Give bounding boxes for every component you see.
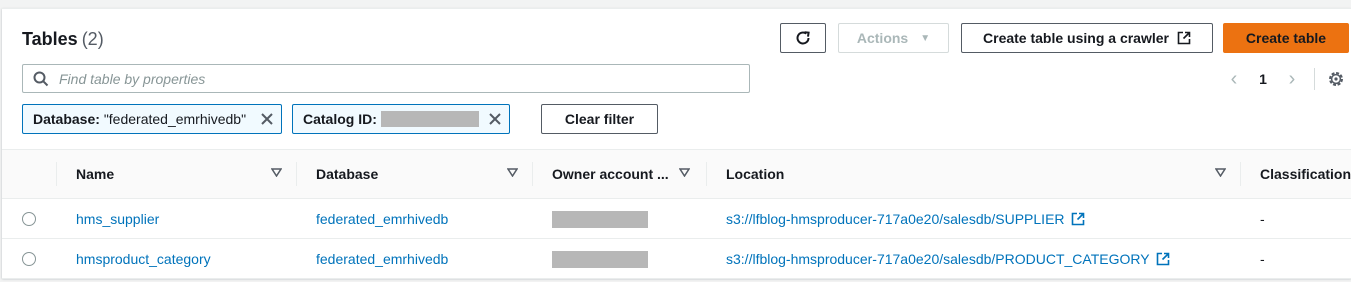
column-header-name[interactable]: Name (76, 150, 296, 198)
column-divider (296, 162, 297, 186)
redacted-catalog-id (380, 111, 479, 127)
database-link[interactable]: federated_emrhivedb (316, 239, 448, 279)
column-label: Database (316, 166, 379, 182)
table-header: Name Database Owner account ... Location (2, 149, 1351, 199)
classification-cell: - (1260, 211, 1265, 227)
filter-token-catalog: Catalog ID: (292, 104, 510, 134)
refresh-icon (796, 31, 810, 45)
filter-key: Database: (33, 111, 100, 127)
create-table-button[interactable]: Create table (1223, 23, 1349, 53)
external-link-icon (1156, 252, 1170, 266)
chevron-left-icon[interactable]: ‹ (1222, 69, 1246, 89)
search-input[interactable] (57, 69, 717, 88)
redacted-owner-account (552, 250, 648, 268)
owner-account-cell (552, 239, 648, 279)
column-divider (532, 162, 533, 186)
tables-panel: Tables (2) Actions ▼ Create table using a… (2, 8, 1351, 279)
actions-button[interactable]: Actions ▼ (838, 23, 949, 53)
table-name-link[interactable]: hms_supplier (76, 199, 159, 239)
crawler-label: Create table using a crawler (983, 30, 1169, 46)
owner-account-cell (552, 199, 648, 239)
location-link[interactable]: s3://lfblog-hmsproducer-717a0e20/salesdb… (726, 199, 1085, 239)
column-label: Location (726, 166, 785, 182)
create-label: Create table (1245, 30, 1327, 46)
external-link-icon (1071, 212, 1085, 226)
filter-value: "federated_emrhivedb" (103, 111, 247, 127)
page-title: Tables (2) (22, 29, 104, 50)
sort-icon[interactable] (271, 168, 282, 177)
redacted-owner-account (552, 210, 648, 228)
pagination: ‹ 1 › (1222, 68, 1345, 90)
chevron-right-icon[interactable]: › (1280, 69, 1304, 89)
sort-icon[interactable] (1215, 168, 1226, 177)
create-table-crawler-button[interactable]: Create table using a crawler (961, 23, 1213, 53)
location-link[interactable]: s3://lfblog-hmsproducer-717a0e20/salesdb… (726, 239, 1170, 279)
filter-token-database: Database: "federated_emrhivedb" (22, 104, 282, 134)
column-label: Classification (1260, 166, 1351, 182)
external-link-icon (1177, 31, 1191, 45)
row-select-radio[interactable] (22, 252, 36, 266)
page-number[interactable]: 1 (1246, 71, 1280, 87)
column-divider (56, 162, 57, 186)
column-label: Name (76, 166, 115, 182)
table-count: (2) (81, 29, 104, 49)
table-name-link[interactable]: hmsproduct_category (76, 239, 211, 279)
column-header-classification[interactable]: Classification (1260, 150, 1351, 198)
column-header-owner[interactable]: Owner account ... (552, 150, 706, 198)
title-text: Tables (22, 29, 78, 49)
classification-cell: - (1260, 251, 1265, 267)
table-row[interactable]: hmsproduct_category federated_emrhivedb … (2, 239, 1351, 279)
actions-label: Actions (856, 30, 909, 46)
filter-key: Catalog ID: (303, 111, 377, 127)
column-divider (1240, 162, 1241, 186)
column-divider (706, 162, 707, 186)
clear-filter-button[interactable]: Clear filter (541, 104, 658, 134)
refresh-button[interactable] (780, 23, 826, 53)
location-text: s3://lfblog-hmsproducer-717a0e20/salesdb… (726, 211, 1065, 227)
search-field[interactable] (22, 64, 750, 93)
close-icon[interactable] (259, 111, 275, 127)
column-header-database[interactable]: Database (316, 150, 532, 198)
gear-icon[interactable] (1327, 70, 1345, 88)
database-link[interactable]: federated_emrhivedb (316, 199, 448, 239)
close-icon[interactable] (487, 111, 503, 127)
location-text: s3://lfblog-hmsproducer-717a0e20/salesdb… (726, 251, 1150, 267)
pagination-divider (1314, 68, 1315, 90)
table-row[interactable]: hms_supplier federated_emrhivedb s3://lf… (2, 199, 1351, 239)
caret-down-icon: ▼ (920, 32, 931, 44)
column-header-location[interactable]: Location (726, 150, 1240, 198)
sort-icon[interactable] (507, 168, 518, 177)
column-label: Owner account ... (552, 166, 669, 182)
search-icon (33, 71, 49, 87)
sort-icon[interactable] (679, 168, 690, 177)
row-select-radio[interactable] (22, 212, 36, 226)
clear-filter-label: Clear filter (564, 111, 635, 127)
